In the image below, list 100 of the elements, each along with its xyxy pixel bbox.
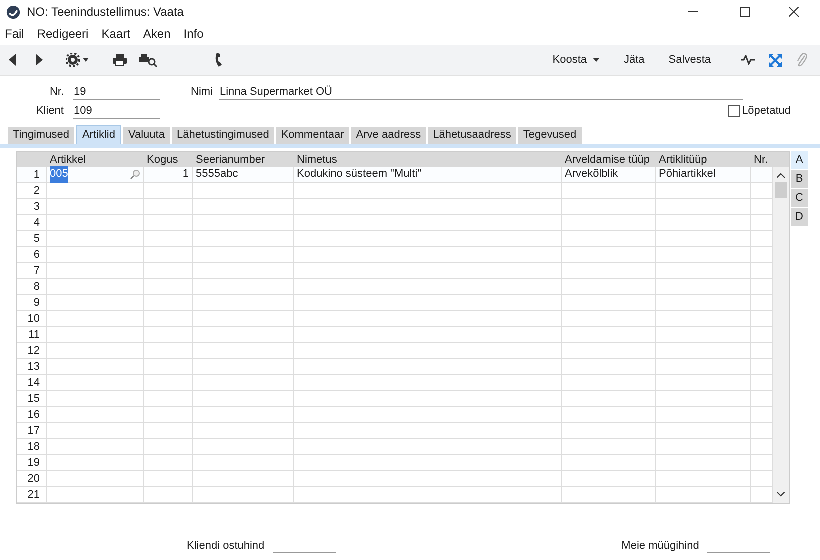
table-row[interactable]: 21 [17,487,773,503]
table-row[interactable]: 4 [17,215,773,231]
table-row[interactable]: 5 [17,231,773,247]
row-number: 7 [17,263,47,278]
tab[interactable]: Valuuta [123,127,170,144]
menu-item[interactable]: Aken [143,25,171,43]
column-header[interactable]: Nimetus [294,152,562,167]
row-number: 15 [17,391,47,406]
side-tab[interactable]: C [791,189,808,207]
row-number: 2 [17,183,47,198]
field-label: Klient [35,104,65,119]
side-tab[interactable]: A [791,151,808,169]
tab[interactable]: Artiklid [76,125,122,144]
table-cell: 005 [50,166,68,183]
table-row[interactable]: 8 [17,279,773,295]
print-icon[interactable] [112,53,128,67]
table-row[interactable]: 19 [17,455,773,471]
table-row[interactable]: 2 [17,183,773,199]
table-row[interactable]: 3 [17,199,773,215]
caret-icon [593,58,600,62]
tab[interactable]: Lähetusaadress [428,127,516,144]
tab[interactable]: Lähetustingimused [172,127,274,144]
table-row[interactable]: 20 [17,471,773,487]
row-number: 11 [17,327,47,342]
checkbox[interactable] [728,105,740,117]
row-number: 6 [17,247,47,262]
scroll-up-icon[interactable] [777,173,785,178]
menu-item[interactable]: Redigeeri [37,25,89,43]
tab[interactable]: Kommentaar [276,127,350,144]
table-row[interactable]: 15 [17,391,773,407]
scrollbar-thumb[interactable] [775,182,787,198]
toolbar-button[interactable]: Koosta [540,49,612,71]
input-field[interactable]: Linna Supermarket OÜ [219,84,743,100]
table-row[interactable]: 11 [17,327,773,343]
row-number: 18 [17,439,47,454]
table-row[interactable]: 17 [17,423,773,439]
input-field[interactable]: 109 [73,103,160,119]
forward-icon[interactable] [34,54,44,66]
table-cell-text: Kodukino süsteem "Multi" [297,167,422,182]
row-number: 10 [17,311,47,326]
table-row[interactable]: 16 [17,407,773,423]
side-tab[interactable]: D [791,208,808,226]
close-icon[interactable] [789,7,799,17]
input-field[interactable]: 19 [73,84,160,100]
expand-icon[interactable] [769,54,782,66]
table-cell-text: 1 [182,167,189,182]
row-number: 20 [17,471,47,486]
scroll-down-icon[interactable] [777,492,785,497]
table-row[interactable]: 12 [17,343,773,359]
paperclip-icon[interactable] [796,52,808,68]
menu-item[interactable]: Kaart [102,25,130,43]
row-number: 19 [17,455,47,470]
row-number: 9 [17,295,47,310]
table-row[interactable]: 14 [17,375,773,391]
row-number: 1 [17,167,47,182]
row-number: 4 [17,215,47,230]
toolbar-button[interactable]: Salvesta [656,49,723,71]
scrollbar[interactable] [773,167,789,503]
column-header[interactable]: Artikkel [47,152,144,167]
table-row[interactable]: 7 [17,263,773,279]
column-header[interactable]: Nr. [751,152,773,167]
row-number: 21 [17,487,47,502]
app-logo-icon [6,4,21,20]
row-number: 14 [17,375,47,390]
row-number: 5 [17,231,47,246]
toolbar-button[interactable]: Jäta [612,49,657,71]
row-number: 12 [17,343,47,358]
maximize-icon[interactable] [740,7,750,17]
column-header[interactable]: Seerianumber [193,152,294,167]
field-label: Meie müügihind [622,539,700,554]
row-number: 17 [17,423,47,438]
print-preview-icon[interactable] [138,53,158,67]
menu-item[interactable]: Fail [5,25,24,43]
search-icon[interactable] [130,170,140,180]
gear-icon[interactable] [66,53,92,67]
table-cell-text: Arvekõlblik [565,167,618,182]
row-number: 13 [17,359,47,374]
table-row[interactable]: 1 005 1 5555abc Kodukino süsteem "Multi" Arvekõlblik Põhiartikkel [17,167,773,183]
tab[interactable]: Tingimused [8,127,74,144]
row-number: 3 [17,199,47,214]
field-label: Nr. [48,84,65,100]
menu-item[interactable]: Info [184,25,204,43]
activity-icon[interactable] [741,55,755,65]
table-row[interactable]: 10 [17,311,773,327]
tab[interactable]: Tegevused [518,127,582,144]
window-title: NO: Teenindustellimus: Vaata [27,4,184,21]
table-row[interactable]: 9 [17,295,773,311]
table-row[interactable]: 13 [17,359,773,375]
table-row[interactable]: 18 [17,439,773,455]
table-cell-text: 5555abc [196,167,238,182]
side-tab[interactable]: B [791,170,808,188]
row-number: 16 [17,407,47,422]
back-icon[interactable] [8,54,18,66]
field-label: Kliendi ostuhind [187,539,265,554]
tab[interactable]: Arve aadress [351,127,426,144]
table-row[interactable]: 6 [17,247,773,263]
column-header[interactable]: Artiklitüüp [656,152,751,167]
checkbox-label: Lõpetatud [742,104,791,119]
column-header[interactable]: Arveldamise tüüp [562,152,656,167]
column-header[interactable]: Kogus [144,152,193,167]
